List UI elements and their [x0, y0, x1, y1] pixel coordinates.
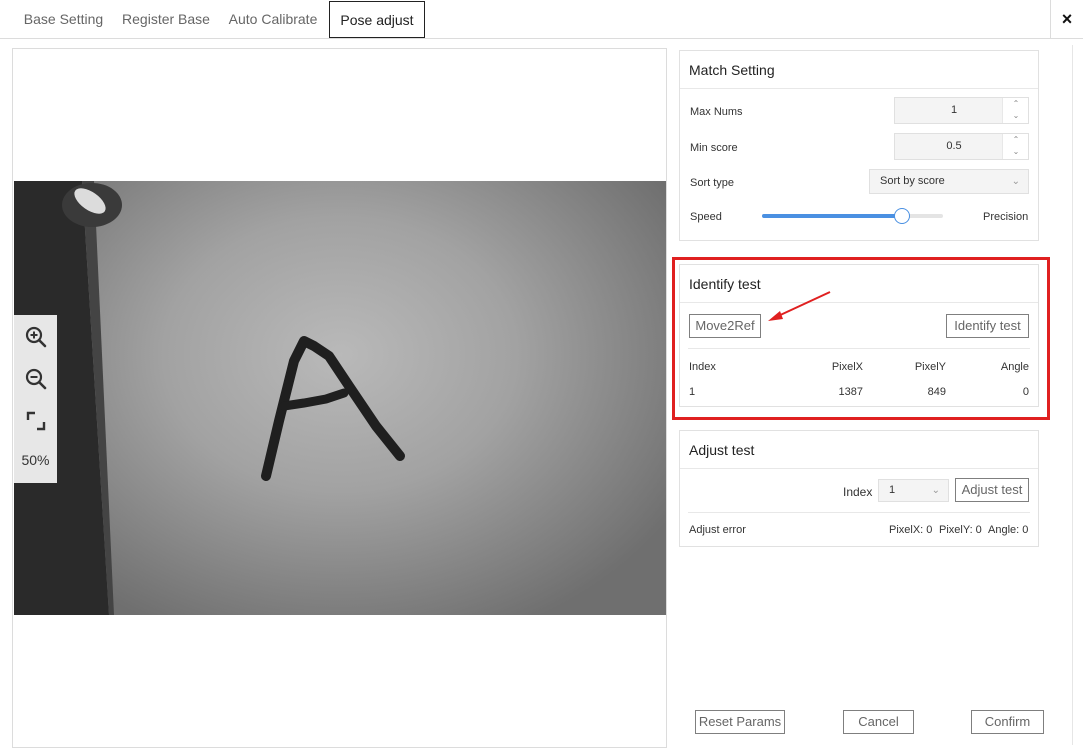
- adjust-error-label: Adjust error: [689, 524, 746, 536]
- viewer-toolbar: 50%: [14, 315, 57, 483]
- zoom-level: 50%: [21, 452, 50, 468]
- max-nums-value[interactable]: 1: [895, 98, 1013, 123]
- sort-type-value: Sort by score: [880, 175, 945, 187]
- image-viewer[interactable]: 50%: [12, 48, 667, 748]
- increment-icon[interactable]: ⌃: [1003, 134, 1029, 146]
- divider: [688, 512, 1030, 513]
- fit-screen-icon[interactable]: [14, 401, 57, 441]
- arrow-annotation-icon: [768, 291, 831, 321]
- decrement-icon[interactable]: ⌄: [1003, 110, 1029, 122]
- tab-auto-calibrate[interactable]: Auto Calibrate: [221, 0, 325, 39]
- sort-type-label: Sort type: [690, 177, 735, 189]
- scrollbar[interactable]: [1072, 45, 1080, 745]
- chevron-down-icon: ⌄: [931, 485, 940, 496]
- camera-image: [14, 181, 666, 615]
- decrement-icon[interactable]: ⌄: [1003, 146, 1029, 158]
- cancel-button[interactable]: Cancel: [843, 710, 914, 734]
- min-score-label: Min score: [690, 142, 738, 154]
- tab-bar: Base Setting Register Base Auto Calibrat…: [0, 0, 1083, 39]
- match-setting-title: Match Setting: [680, 51, 1038, 89]
- chevron-down-icon: ⌄: [1011, 176, 1020, 187]
- adjust-test-title: Adjust test: [680, 431, 1038, 469]
- zoom-in-icon[interactable]: [14, 317, 57, 357]
- camera-image-drawing: [14, 181, 405, 615]
- adjust-error-angle: Angle: 0: [988, 524, 1029, 536]
- sort-type-select[interactable]: Sort by score ⌄: [869, 169, 1029, 194]
- tab-pose-adjust[interactable]: Pose adjust: [329, 1, 425, 38]
- adjust-test-card: Adjust test Index 1 ⌄ Adjust test Adjust…: [679, 430, 1039, 547]
- index-value: 1: [889, 484, 896, 496]
- adjust-error-pixelx: PixelX: 0: [889, 524, 933, 536]
- zoom-out-icon[interactable]: [14, 359, 57, 399]
- tab-register-base[interactable]: Register Base: [117, 0, 215, 39]
- reset-params-button[interactable]: Reset Params: [695, 710, 785, 734]
- max-nums-stepper[interactable]: 1 ⌃ ⌄: [894, 97, 1029, 124]
- min-score-stepper[interactable]: 0.5 ⌃ ⌄: [894, 133, 1029, 160]
- confirm-button[interactable]: Confirm: [971, 710, 1044, 734]
- index-select[interactable]: 1 ⌄: [878, 479, 949, 502]
- max-nums-label: Max Nums: [690, 106, 743, 118]
- slider-handle[interactable]: [894, 208, 910, 224]
- index-label: Index: [843, 485, 873, 499]
- highlight-box: [672, 257, 1050, 420]
- adjust-test-button[interactable]: Adjust test: [955, 478, 1029, 502]
- min-score-value[interactable]: 0.5: [895, 134, 1013, 159]
- close-icon[interactable]: ×: [1050, 0, 1083, 39]
- tab-base-setting[interactable]: Base Setting: [14, 0, 113, 39]
- adjust-error-pixely: PixelY: 0: [939, 524, 982, 536]
- increment-icon[interactable]: ⌃: [1003, 98, 1029, 110]
- match-setting-card: Match Setting Max Nums 1 ⌃ ⌄ Min score 0.…: [679, 50, 1039, 241]
- speed-precision-slider[interactable]: [762, 208, 943, 224]
- speed-label: Speed: [690, 211, 722, 223]
- slider-fill: [762, 214, 902, 218]
- precision-label: Precision: [983, 211, 1029, 223]
